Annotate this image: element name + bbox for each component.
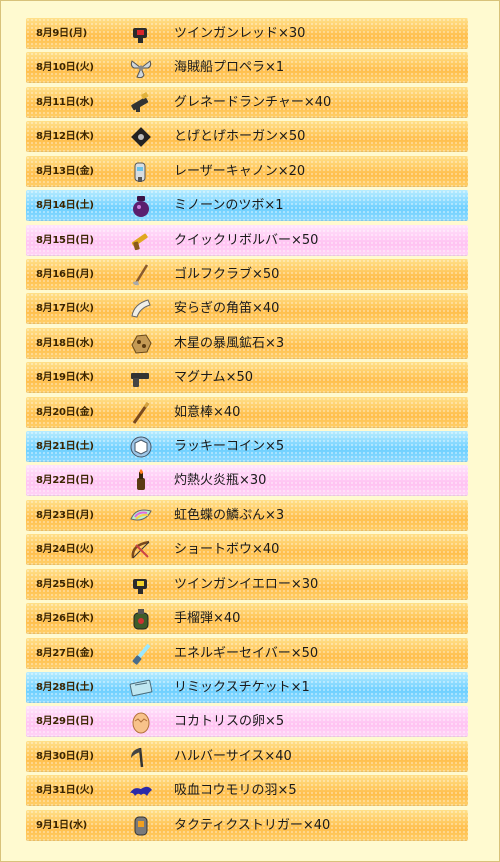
item-label: レーザーキャノン×20 [174, 163, 306, 179]
list-item: 8月14日(土) ミノーンのツボ×1 [26, 190, 468, 222]
item-label: タクティクストリガー×40 [174, 817, 331, 833]
ticket-icon [128, 675, 154, 701]
energy-saber-icon [128, 641, 154, 667]
laser-cannon-icon [128, 159, 154, 185]
date-label: 8月22日(日) [36, 475, 94, 487]
spiky-bowgun-icon [128, 124, 154, 150]
list-item: 8月11日(水) グレネードランチャー×40 [26, 86, 468, 118]
schedule-frame: 8月9日(月) ツインガンレッド×30 8月10日(火) 海賊船プロペラ×1 8月1… [0, 0, 500, 862]
item-label: コカトリスの卵×5 [174, 714, 285, 730]
date-label: 8月24日(火) [36, 544, 94, 556]
date-label: 8月18日(水) [36, 337, 94, 349]
ore-icon [128, 331, 154, 357]
list-item: 8月24日(火) ショートボウ×40 [26, 534, 468, 566]
list-item: 8月20日(金) 如意棒×40 [26, 396, 468, 428]
date-label: 8月21日(土) [36, 441, 94, 453]
bat-wing-icon [128, 778, 154, 804]
date-label: 8月11日(水) [36, 96, 94, 108]
list-item: 8月31日(火) 吸血コウモリの羽×5 [26, 775, 468, 807]
date-label: 8月27日(金) [36, 647, 94, 659]
date-label: 8月17日(火) [36, 303, 94, 315]
item-label: エネルギーセイバー×50 [174, 645, 319, 661]
date-label: 8月14日(土) [36, 200, 94, 212]
item-label: ツインガンレッド×30 [174, 26, 306, 41]
item-label: 吸血コウモリの羽×5 [174, 783, 297, 799]
item-label: グレネードランチャー×40 [174, 94, 332, 110]
horn-icon [128, 296, 154, 322]
coin-icon [128, 434, 154, 460]
list-item: 8月19日(木) マグナム×50 [26, 362, 468, 394]
item-label: 海賊船プロペラ×1 [174, 60, 285, 76]
list-item: 9月1日(水) タクティクストリガー×40 [26, 809, 468, 841]
item-label: ショートボウ×40 [174, 542, 280, 558]
revolver-icon [128, 228, 154, 254]
date-label: 8月9日(月) [36, 28, 87, 39]
date-label: 8月16日(月) [36, 268, 94, 280]
date-label: 8月28日(土) [36, 682, 94, 694]
date-label: 8月20日(金) [36, 406, 94, 418]
item-label: リミックスチケット×1 [174, 680, 310, 696]
date-label: 8月19日(木) [36, 372, 94, 384]
list-item: 8月18日(水) 木星の暴風鉱石×3 [26, 327, 468, 359]
list-item: 8月21日(土) ラッキーコイン×5 [26, 431, 468, 463]
item-label: ミノーンのツボ×1 [174, 198, 284, 214]
item-label: ゴルフクラブ×50 [174, 266, 280, 282]
date-label: 8月13日(金) [36, 165, 94, 177]
list-item: 8月25日(水) ツインガンイエロー×30 [26, 568, 468, 600]
list-item: 8月27日(金) エネルギーセイバー×50 [26, 637, 468, 669]
list-item: 8月26日(木) 手榴弾×40 [26, 603, 468, 635]
list-item: 8月13日(金) レーザーキャノン×20 [26, 155, 468, 187]
date-label: 8月26日(木) [36, 613, 94, 625]
list-item: 8月30日(月) ハルバーサイス×40 [26, 740, 468, 772]
daily-item-list: 8月9日(月) ツインガンレッド×30 8月10日(火) 海賊船プロペラ×1 8月1… [26, 18, 468, 844]
item-label: クイックリボルバー×50 [174, 232, 319, 248]
fire-bottle-icon [128, 468, 154, 494]
propeller-icon [128, 55, 154, 81]
item-label: 手榴弾×40 [174, 611, 241, 627]
scythe-icon [128, 744, 154, 770]
item-label: 如意棒×40 [174, 404, 241, 420]
twin-gun-red-icon [128, 21, 154, 47]
date-label: 8月29日(日) [36, 716, 94, 728]
rainbow-scale-icon [128, 503, 154, 529]
list-item: 8月28日(土) リミックスチケット×1 [26, 672, 468, 704]
item-label: 安らぎの角笛×40 [174, 301, 280, 317]
list-item: 8月22日(日) 灼熱火炎瓶×30 [26, 465, 468, 497]
list-item: 8月12日(木) とげとげホーガン×50 [26, 121, 468, 153]
egg-icon [128, 709, 154, 735]
item-label: 木星の暴風鉱石×3 [174, 335, 285, 351]
list-item: 8月17日(火) 安らぎの角笛×40 [26, 293, 468, 325]
item-label: とげとげホーガン×50 [174, 129, 306, 145]
list-item: 8月15日(日) クイックリボルバー×50 [26, 224, 468, 256]
list-item: 8月23日(月) 虹色蝶の鱗ぷん×3 [26, 499, 468, 531]
tactics-trigger-icon [128, 813, 154, 839]
date-label: 8月23日(月) [36, 509, 94, 521]
item-label: ツインガンイエロー×30 [174, 576, 319, 592]
date-label: 8月12日(木) [36, 131, 94, 143]
golf-club-icon [128, 262, 154, 288]
hand-grenade-icon [128, 606, 154, 632]
item-label: マグナム×50 [174, 370, 254, 386]
date-label: 8月15日(日) [36, 234, 94, 246]
item-label: ラッキーコイン×5 [174, 439, 285, 455]
magnum-icon [128, 365, 154, 391]
pot-icon [128, 193, 154, 219]
date-label: 8月10日(火) [36, 62, 94, 74]
grenade-launcher-icon [128, 90, 154, 116]
item-label: 虹色蝶の鱗ぷん×3 [174, 507, 285, 523]
staff-icon [128, 400, 154, 426]
list-item: 8月9日(月) ツインガンレッド×30 [26, 18, 468, 49]
list-item: 8月16日(月) ゴルフクラブ×50 [26, 258, 468, 290]
date-label: 9月1日(水) [36, 819, 87, 831]
list-item: 8月29日(日) コカトリスの卵×5 [26, 706, 468, 738]
item-label: ハルバーサイス×40 [174, 748, 292, 764]
list-item: 8月10日(火) 海賊船プロペラ×1 [26, 52, 468, 84]
item-label: 灼熱火炎瓶×30 [174, 473, 267, 489]
twin-gun-yellow-icon [128, 572, 154, 598]
date-label: 8月31日(火) [36, 785, 94, 797]
short-bow-icon [128, 537, 154, 563]
date-label: 8月25日(水) [36, 578, 94, 590]
date-label: 8月30日(月) [36, 750, 94, 762]
